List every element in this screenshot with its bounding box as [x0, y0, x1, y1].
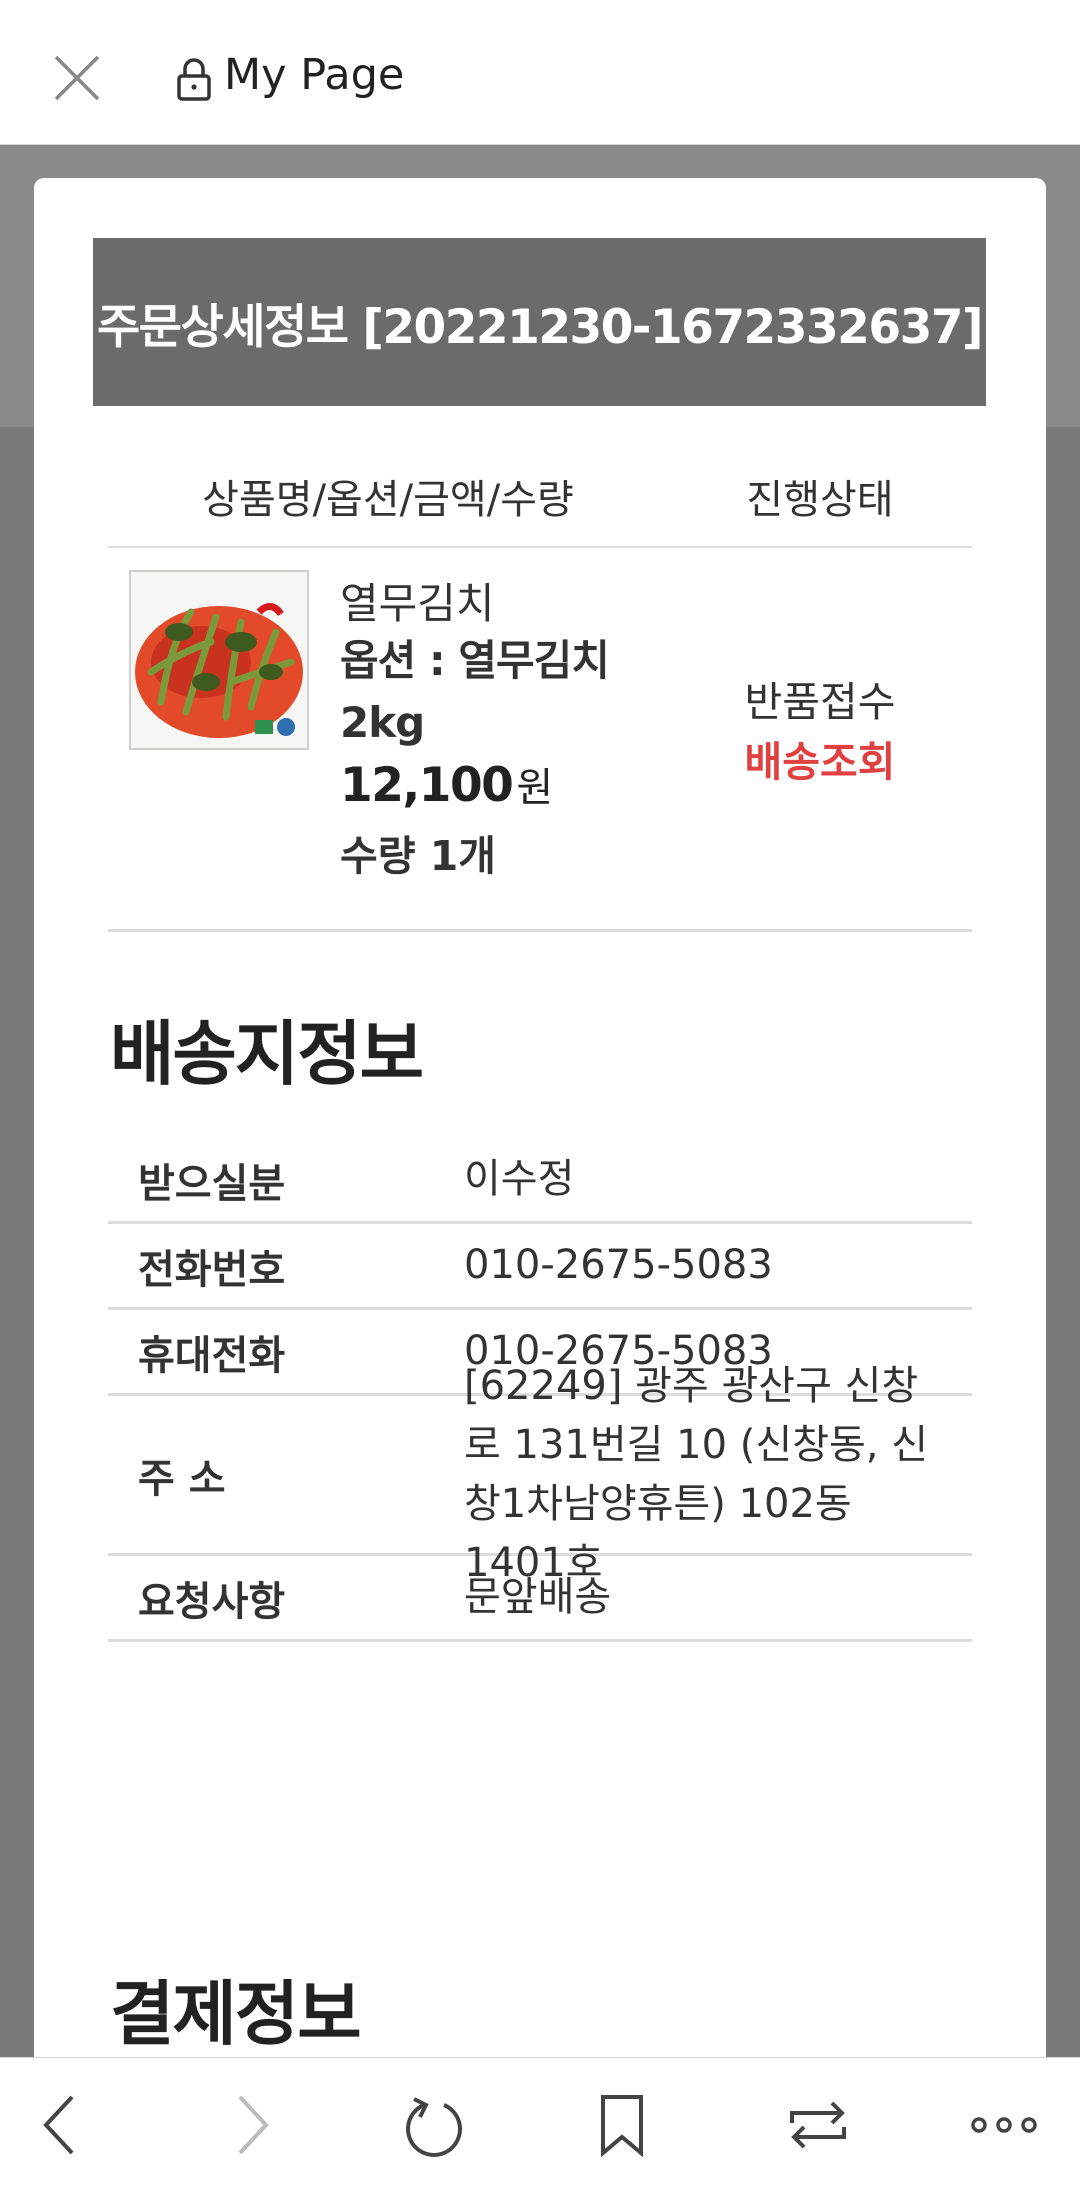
product-name: 열무김치 — [340, 579, 495, 628]
payment-section-title: 결제정보 — [110, 1973, 362, 2055]
recipient-value: 이수정 — [464, 1156, 575, 1202]
info-row-recipient: 받으실분 이수정 — [108, 1138, 972, 1224]
info-row-request: 요청사항 문앞배송 — [108, 1556, 972, 1642]
top-bar: My Page — [0, 0, 1080, 145]
recipient-label: 받으실분 — [138, 1160, 286, 1207]
bookmark-button[interactable] — [562, 2058, 682, 2191]
product-quantity: 수량 1개 — [340, 832, 496, 880]
page-title: My Page — [224, 50, 405, 100]
reload-icon — [406, 2097, 462, 2157]
info-row-phone: 전화번호 010-2675-5083 — [108, 1224, 972, 1310]
info-row-address: 주 소 [62249] 광주 광산구 신창로 131번길 10 (신창동, 신창… — [108, 1363, 972, 1586]
product-option: 옵션 : 열무김치 2kg — [340, 636, 610, 747]
close-icon[interactable] — [52, 53, 102, 103]
shipping-section-title: 배송지정보 — [110, 1013, 424, 1095]
phone-value: 010-2675-5083 — [464, 1242, 773, 1288]
forward-button[interactable] — [192, 2058, 312, 2191]
price-currency: 원 — [516, 765, 553, 811]
request-value: 문앞배송 — [464, 1574, 612, 1620]
shipping-info-table: 받으실분 이수정 전화번호 010-2675-5083 휴대전화 010-267… — [108, 1138, 972, 1642]
tracking-link[interactable]: 배송조회 — [668, 728, 972, 788]
order-status: 반품접수 — [744, 678, 896, 726]
column-status: 진행상태 — [746, 477, 894, 523]
column-product: 상품명/옵션/금액/수량 — [202, 477, 574, 523]
order-item-row: 열무김치 옵션 : 열무김치 2kg 12,100 원 수량 1개 반품접수 배송… — [108, 550, 972, 932]
price-value: 12,100 — [340, 758, 514, 813]
product-image[interactable] — [129, 570, 309, 750]
address-label: 주 소 — [138, 1455, 226, 1502]
order-detail-header: 주문상세정보 [20221230-1672332637] — [93, 238, 986, 406]
browser-toolbar — [0, 2057, 1080, 2191]
phone-label: 전화번호 — [138, 1246, 286, 1293]
switch-tabs-icon — [790, 2101, 846, 2149]
lock-icon — [177, 58, 211, 101]
chevron-left-icon — [43, 2095, 74, 2155]
request-label: 요청사항 — [138, 1578, 286, 1625]
reload-button[interactable] — [374, 2058, 494, 2191]
more-menu-button[interactable] — [944, 2058, 1064, 2191]
chevron-right-icon — [238, 2095, 269, 2155]
tabs-button[interactable] — [758, 2058, 878, 2191]
mobile-label: 휴대전화 — [138, 1332, 286, 1379]
kimchi-product-photo — [131, 572, 307, 748]
more-icon — [971, 2117, 1037, 2133]
table-header: 상품명/옵션/금액/수량 진행상태 — [108, 463, 972, 548]
back-button[interactable] — [0, 2058, 120, 2191]
product-price: 12,100 원 — [340, 755, 553, 813]
bookmark-icon — [601, 2095, 643, 2157]
order-detail-card: 주문상세정보 [20221230-1672332637] 상품명/옵션/금액/수… — [34, 178, 1046, 2078]
